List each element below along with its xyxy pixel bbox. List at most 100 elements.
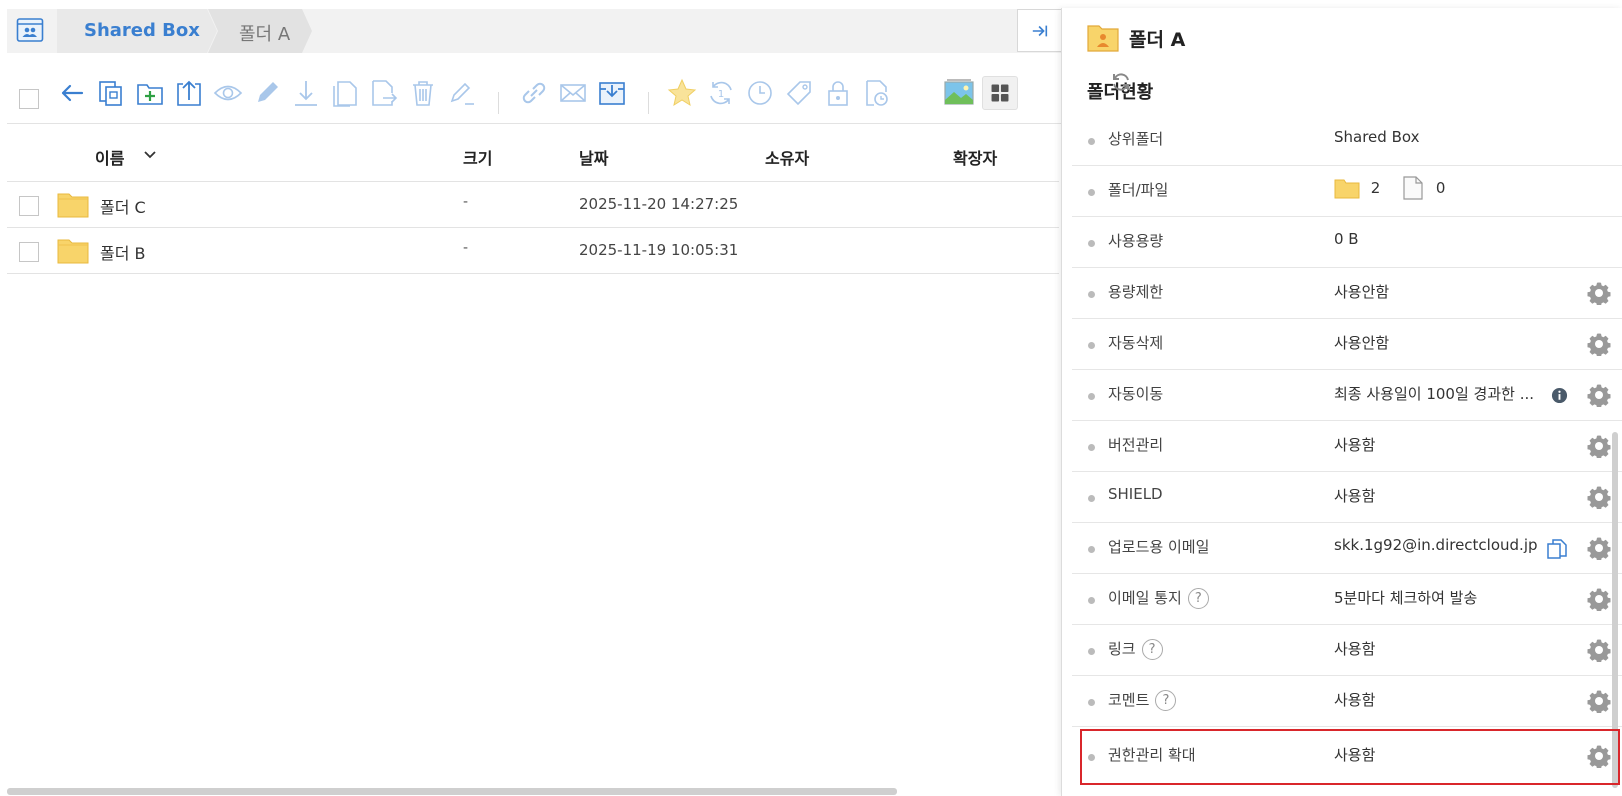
help-icon[interactable]: ? (1187, 588, 1209, 609)
preview-icon[interactable] (213, 78, 243, 108)
bullet (1088, 444, 1095, 451)
inbox-icon[interactable] (597, 78, 627, 108)
info-label: SHIELD (1108, 485, 1163, 503)
copy-clipboard-icon[interactable] (1546, 538, 1568, 560)
refresh-icon[interactable] (1110, 71, 1132, 93)
file-table-header: 이름 크기 날짜 소유자 확장자 (7, 130, 1059, 182)
edit-icon[interactable] (252, 78, 282, 108)
folder-icon (57, 193, 89, 218)
file-size: - (463, 194, 469, 210)
help-icon[interactable]: ? (1141, 639, 1163, 660)
file-name[interactable]: 폴더 C (100, 194, 146, 218)
mail-icon[interactable] (558, 78, 588, 108)
info-value: 2 0 (1334, 176, 1445, 200)
info-label: 사용용량 (1108, 232, 1164, 250)
info-value: skk.1g92@in.directcloud.jp (1334, 536, 1538, 554)
gear-icon[interactable] (1587, 485, 1611, 509)
info-value: 5분마다 체크하여 발송 (1334, 589, 1478, 607)
gear-icon[interactable] (1587, 383, 1611, 407)
highlight-box (1080, 729, 1620, 785)
schedule-icon[interactable] (862, 78, 892, 108)
bullet (1088, 291, 1095, 298)
duplicate-icon[interactable] (330, 78, 360, 108)
new-folder-icon[interactable] (135, 78, 165, 108)
info-row-upload-email: 업로드용 이메일 skk.1g92@in.directcloud.jp (1072, 523, 1622, 574)
panel-title: 폴더 A (1129, 29, 1186, 51)
file-icon (1403, 176, 1423, 200)
sort-down-icon[interactable] (143, 148, 157, 162)
column-date-header[interactable]: 날짜 (579, 145, 608, 169)
link-icon[interactable] (519, 78, 549, 108)
bullet (1088, 699, 1095, 706)
info-label: 코멘트? (1108, 689, 1177, 711)
info-value: 사용함 (1334, 640, 1376, 658)
info-value[interactable]: Shared Box (1334, 128, 1419, 146)
info-label: 링크? (1108, 638, 1163, 660)
file-name[interactable]: 폴더 B (100, 240, 146, 264)
folder-count: 2 (1370, 178, 1381, 197)
bullet (1088, 138, 1095, 145)
info-icon[interactable] (1551, 387, 1568, 404)
info-row-comment: 코멘트? 사용함 (1072, 676, 1622, 727)
row-checkbox[interactable] (19, 196, 39, 216)
column-size-header[interactable]: 크기 (463, 145, 492, 169)
table-row[interactable]: 폴더 B - 2025-11-19 10:05:31 (7, 228, 1059, 274)
rename-icon[interactable] (447, 78, 477, 108)
thumbnail-view-icon[interactable] (941, 76, 977, 110)
history-icon[interactable] (745, 78, 775, 108)
download-icon[interactable] (291, 78, 321, 108)
move-icon[interactable] (369, 78, 399, 108)
info-value: 사용함 (1334, 436, 1376, 454)
gear-icon[interactable] (1587, 587, 1611, 611)
gear-icon[interactable] (1587, 281, 1611, 305)
bullet (1088, 597, 1095, 604)
star-icon[interactable] (667, 78, 697, 108)
info-value: 사용안함 (1334, 283, 1390, 301)
info-value: 사용함 (1334, 487, 1376, 505)
toolbar-divider (498, 92, 499, 114)
tag-icon[interactable] (784, 78, 814, 108)
select-all-checkbox[interactable] (19, 89, 39, 109)
gear-icon[interactable] (1587, 536, 1611, 560)
file-date: 2025-11-20 14:27:25 (579, 195, 739, 213)
bullet (1088, 393, 1095, 400)
folder-icon (1334, 179, 1360, 199)
help-icon[interactable]: ? (1155, 690, 1177, 711)
breadcrumb-current-folder[interactable]: 폴더 A (208, 9, 312, 53)
info-value: 사용함 (1334, 691, 1376, 709)
table-row[interactable]: 폴더 C - 2025-11-20 14:27:25 (7, 182, 1059, 228)
file-date: 2025-11-19 10:05:31 (579, 241, 739, 259)
breadcrumb-shared-box[interactable]: Shared Box (57, 9, 217, 53)
column-ext-header[interactable]: 확장자 (953, 145, 997, 169)
shared-box-home-icon[interactable] (16, 16, 44, 44)
column-name-header[interactable]: 이름 (95, 145, 124, 169)
delete-icon[interactable] (408, 78, 438, 108)
file-manager: Shared Box 폴더 A 1 이름 크기 날짜 소유자 확장자 폴더 C … (0, 0, 1622, 796)
horizontal-scrollbar[interactable] (7, 788, 897, 795)
sync-icon[interactable]: 1 (706, 78, 736, 108)
bullet (1088, 240, 1095, 247)
lock-icon[interactable] (823, 78, 853, 108)
bullet (1088, 648, 1095, 655)
info-row-folder-file: 폴더/파일 2 0 (1072, 166, 1622, 217)
back-arrow-icon[interactable] (57, 78, 87, 108)
info-row-link: 링크? 사용함 (1072, 625, 1622, 676)
info-row-usage: 사용용량 0 B (1072, 217, 1622, 268)
gear-icon[interactable] (1587, 689, 1611, 713)
upload-icon[interactable] (174, 78, 204, 108)
gear-icon[interactable] (1587, 332, 1611, 356)
info-row-parent-folder: 상위폴더 Shared Box (1072, 115, 1622, 166)
breadcrumb: Shared Box 폴더 A (7, 9, 1062, 53)
column-owner-header[interactable]: 소유자 (765, 145, 809, 169)
gear-icon[interactable] (1587, 434, 1611, 458)
collapse-panel-icon[interactable] (1017, 9, 1062, 52)
info-label: 자동이동 (1108, 385, 1164, 403)
file-count: 0 (1435, 178, 1446, 197)
copy-icon[interactable] (96, 78, 126, 108)
info-label: 자동삭제 (1108, 334, 1164, 352)
grid-view-icon[interactable] (982, 76, 1018, 110)
row-checkbox[interactable] (19, 242, 39, 262)
gear-icon[interactable] (1587, 638, 1611, 662)
toolbar: 1 (7, 70, 1059, 122)
info-label: 상위폴더 (1108, 130, 1164, 148)
